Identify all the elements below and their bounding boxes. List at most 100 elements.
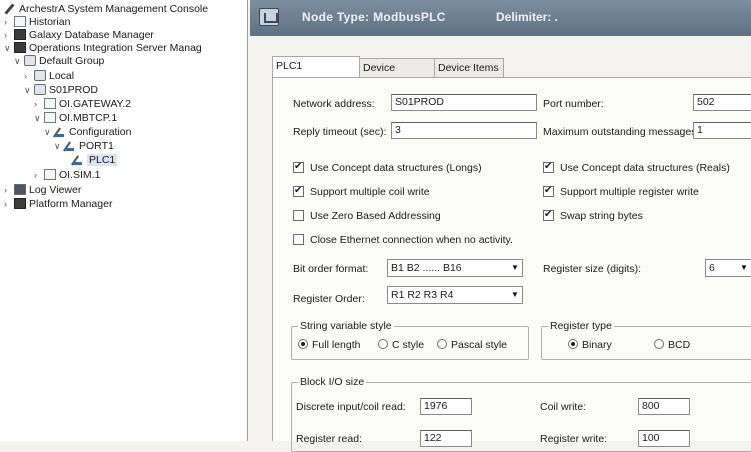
concept-longs-checkbox[interactable]: Use Concept data structures (Longs): [293, 161, 482, 174]
node-icon: [34, 70, 46, 81]
tree-item-platform-manager[interactable]: › Platform Manager: [4, 198, 112, 211]
bit-order-select[interactable]: B1 B2 ...... B16 ▼: [387, 259, 523, 277]
chevron-down-icon[interactable]: ∨: [34, 112, 44, 125]
concept-reals-checkbox[interactable]: Use Concept data structures (Reals): [543, 161, 730, 174]
plc1-parameters-page: Network address: S01PROD Port number: 50…: [272, 77, 751, 452]
network-address-input[interactable]: S01PROD: [391, 94, 537, 111]
bcd-radio[interactable]: BCD: [654, 339, 690, 351]
coil-write-input[interactable]: 800: [638, 398, 690, 415]
bit-order-label: Bit order format:: [293, 263, 369, 275]
binary-radio[interactable]: Binary: [568, 339, 612, 351]
tree-item-console[interactable]: ArchestrA System Management Console: [4, 3, 208, 16]
checkbox-checked-icon: [543, 161, 554, 173]
register-size-select[interactable]: 6 ▼: [705, 259, 751, 277]
chevron-down-icon[interactable]: ∨: [14, 55, 24, 68]
chevron-right-icon[interactable]: ›: [4, 198, 14, 211]
tree-item-oi-server-manager[interactable]: ∨ Operations Integration Server Manag: [4, 42, 202, 55]
server-manager-icon: [14, 42, 26, 53]
radio-unselected-icon: [654, 339, 664, 349]
historian-icon: [14, 16, 26, 27]
server-icon: [44, 169, 56, 180]
register-size-label: Register size (digits):: [543, 263, 642, 275]
console-icon: [4, 3, 16, 14]
block-io-size-group: Block I/O size Discrete input/coil read:…: [291, 376, 751, 452]
radio-unselected-icon: [378, 339, 388, 349]
tree-item-oi-gateway[interactable]: › OI.GATEWAY.2: [34, 98, 131, 111]
log-viewer-icon: [14, 184, 26, 195]
dropdown-arrow-icon[interactable]: ▼: [508, 287, 522, 303]
chevron-right-icon[interactable]: ›: [4, 16, 14, 29]
tree-item-default-group[interactable]: ∨ Default Group: [14, 55, 104, 68]
tree-item-galaxy-db[interactable]: › Galaxy Database Manager: [4, 29, 154, 42]
register-write-label: Register write:: [540, 433, 608, 445]
checkbox-checked-icon: [543, 209, 554, 221]
full-length-radio[interactable]: Full length: [298, 339, 360, 351]
chevron-right-icon[interactable]: ›: [34, 98, 44, 111]
multi-register-write-checkbox[interactable]: Support multiple register write: [543, 185, 699, 198]
chevron-down-icon[interactable]: ∨: [4, 42, 14, 55]
port-number-input[interactable]: 502: [693, 94, 751, 111]
radio-unselected-icon: [437, 339, 447, 349]
tree-item-s01prod[interactable]: ∨ S01PROD: [24, 84, 98, 97]
reply-timeout-input[interactable]: 3: [391, 122, 537, 139]
checkbox-checked-icon: [293, 185, 304, 197]
checkbox-checked-icon: [293, 161, 304, 173]
network-address-label: Network address:: [293, 98, 375, 110]
chevron-down-icon[interactable]: ∨: [44, 126, 54, 139]
zero-based-addressing-checkbox[interactable]: Use Zero Based Addressing: [293, 210, 441, 222]
group-icon: [24, 55, 36, 66]
multi-coil-write-checkbox[interactable]: Support multiple coil write: [293, 185, 430, 198]
register-type-group: Register type Binary BCD: [541, 320, 751, 360]
delimiter-label: Delimiter: .: [496, 10, 559, 24]
tree-item-log-viewer[interactable]: › Log Viewer: [4, 184, 81, 197]
tree-item-historian[interactable]: › Historian: [4, 16, 70, 29]
reply-timeout-label: Reply timeout (sec):: [293, 126, 387, 138]
dropdown-arrow-icon[interactable]: ▼: [508, 260, 522, 276]
tab-plc1-parameters[interactable]: PLC1 Parameters: [272, 56, 360, 90]
swap-string-bytes-checkbox[interactable]: Swap string bytes: [543, 209, 643, 222]
chevron-right-icon[interactable]: ›: [4, 184, 14, 197]
register-type-title: Register type: [548, 320, 614, 332]
register-order-select[interactable]: R1 R2 R3 R4 ▼: [387, 286, 523, 304]
server-icon: [44, 98, 56, 109]
string-variable-style-group: String variable style Full length C styl…: [291, 320, 529, 360]
chevron-down-icon[interactable]: ∨: [54, 140, 64, 153]
tree-item-port1[interactable]: ∨ PORT1: [54, 140, 114, 153]
close-ethernet-checkbox[interactable]: Close Ethernet connection when no activi…: [293, 234, 513, 246]
server-icon: [44, 112, 56, 123]
tree-item-plc1[interactable]: PLC1: [72, 154, 118, 167]
tree-item-oi-sim[interactable]: › OI.SIM.1: [34, 169, 100, 182]
string-variable-style-title: String variable style: [298, 320, 394, 332]
tree-item-oi-mbtcp[interactable]: ∨ OI.MBTCP.1: [34, 112, 117, 125]
register-order-label: Register Order:: [293, 293, 365, 305]
c-style-radio[interactable]: C style: [378, 339, 424, 351]
node-type-title: Node Type: ModbusPLC: [302, 10, 446, 24]
port-number-label: Port number:: [543, 98, 604, 110]
register-write-input[interactable]: 100: [638, 430, 690, 447]
database-manager-icon: [14, 29, 26, 40]
console-tree: ArchestrA System Management Console › His…: [0, 0, 248, 441]
node-type-icon: [259, 8, 279, 26]
plc-icon: [72, 154, 84, 165]
port-icon: [64, 140, 76, 151]
chevron-right-icon[interactable]: ›: [4, 29, 14, 42]
dropdown-arrow-icon[interactable]: ▼: [737, 260, 751, 276]
tree-item-configuration[interactable]: ∨ Configuration: [44, 126, 131, 139]
pascal-style-radio[interactable]: Pascal style: [437, 339, 507, 351]
tab-device-groups[interactable]: Device Groups: [359, 58, 435, 92]
discrete-read-input[interactable]: 1976: [420, 398, 472, 415]
checkbox-unchecked-icon: [293, 210, 304, 221]
discrete-read-label: Discrete input/coil read:: [296, 401, 406, 413]
chevron-right-icon[interactable]: ›: [24, 70, 34, 83]
detail-panel: Node Type: ModbusPLC Delimiter: . PLC1 P…: [250, 0, 751, 452]
register-read-label: Register read:: [296, 433, 362, 445]
node-header: Node Type: ModbusPLC Delimiter: .: [250, 0, 751, 36]
block-io-size-title: Block I/O size: [298, 376, 367, 388]
chevron-right-icon[interactable]: ›: [34, 169, 44, 182]
tree-item-local[interactable]: › Local: [24, 70, 74, 83]
chevron-down-icon[interactable]: ∨: [24, 84, 34, 97]
node-icon: [34, 84, 46, 95]
register-read-input[interactable]: 122: [420, 430, 472, 447]
tab-device-items[interactable]: Device Items: [434, 58, 504, 78]
max-outstanding-input[interactable]: 1: [693, 122, 751, 139]
